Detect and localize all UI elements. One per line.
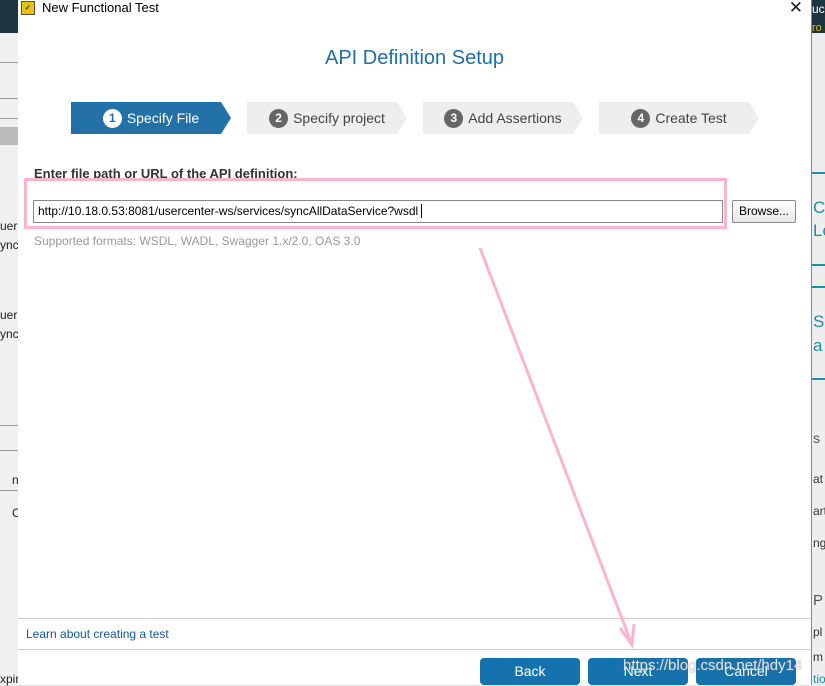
annotation-arrow <box>478 247 636 650</box>
watermark: https://blog.csdn.net/hdy14 <box>623 657 803 674</box>
